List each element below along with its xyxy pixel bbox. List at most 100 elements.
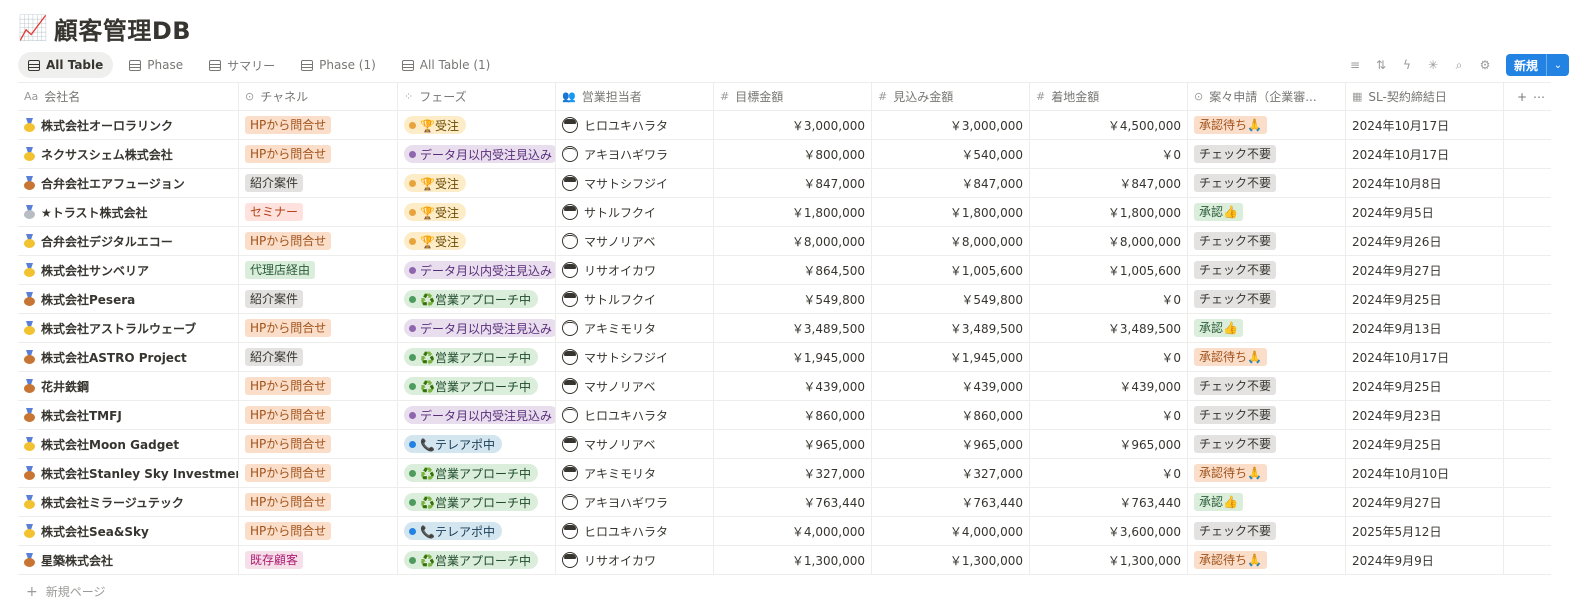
company-cell[interactable]: 株式会社TMFJ <box>18 401 239 429</box>
channel-cell[interactable]: HPから問合せ <box>239 430 398 458</box>
column-header-company[interactable]: Aa 会社名 <box>18 83 239 110</box>
tab-phase-1[interactable]: Phase (1) <box>291 52 386 78</box>
settings-icon[interactable]: ⚙ <box>1474 54 1496 76</box>
contract-date-cell[interactable]: 2024年9月26日 <box>1346 227 1504 255</box>
company-cell[interactable]: ★トラスト株式会社 <box>18 198 239 226</box>
phase-cell[interactable]: 🏆受注 <box>398 198 556 226</box>
approval-cell[interactable]: 承認待ち🙏 <box>1188 459 1346 487</box>
more-icon[interactable]: ⋯ <box>1533 90 1545 104</box>
company-cell[interactable]: 星築株式会社 <box>18 546 239 574</box>
forecast-amount-cell[interactable]: ￥549,800 <box>872 285 1030 313</box>
tab-summary[interactable]: サマリー <box>199 52 285 78</box>
phase-cell[interactable]: データ月以内受注見込み <box>398 401 556 429</box>
column-header-phase[interactable]: ⁘ フェーズ <box>398 83 556 110</box>
channel-cell[interactable]: HPから問合せ <box>239 372 398 400</box>
channel-cell[interactable]: 代理店経由 <box>239 256 398 284</box>
rep-cell[interactable]: マサトシフジイ <box>556 169 714 197</box>
target-amount-cell[interactable]: ￥847,000 <box>714 169 872 197</box>
channel-cell[interactable]: HPから問合せ <box>239 459 398 487</box>
table-row[interactable]: 株式会社Sea&Sky HPから問合せ 📞テレアポ中 ヒロユキハラタ ￥4,000,00… <box>18 517 1551 546</box>
forecast-amount-cell[interactable]: ￥1,005,600 <box>872 256 1030 284</box>
rep-cell[interactable]: ヒロユキハラタ <box>556 401 714 429</box>
phase-cell[interactable]: 🏆受注 <box>398 111 556 139</box>
rep-cell[interactable]: ヒロユキハラタ <box>556 111 714 139</box>
target-amount-cell[interactable]: ￥327,000 <box>714 459 872 487</box>
target-amount-cell[interactable]: ￥864,500 <box>714 256 872 284</box>
contract-date-cell[interactable]: 2024年10月10日 <box>1346 459 1504 487</box>
tab-all-table-1[interactable]: All Table (1) <box>392 52 501 78</box>
sort-icon[interactable]: ⇅ <box>1370 54 1392 76</box>
approval-cell[interactable]: チェック不要 <box>1188 227 1346 255</box>
filter-icon[interactable]: ≡ <box>1344 54 1366 76</box>
table-row[interactable]: 株式会社アストラルウェーブ HPから問合せ データ月以内受注見込み アキミモリタ ￥3,… <box>18 314 1551 343</box>
chevron-down-icon[interactable]: ⌄ <box>1547 54 1569 76</box>
landing-amount-cell[interactable]: ￥3,489,500 <box>1030 314 1188 342</box>
forecast-amount-cell[interactable]: ￥8,000,000 <box>872 227 1030 255</box>
target-amount-cell[interactable]: ￥763,440 <box>714 488 872 516</box>
target-amount-cell[interactable]: ￥965,000 <box>714 430 872 458</box>
forecast-amount-cell[interactable]: ￥763,440 <box>872 488 1030 516</box>
target-amount-cell[interactable]: ￥549,800 <box>714 285 872 313</box>
approval-cell[interactable]: チェック不要 <box>1188 372 1346 400</box>
landing-amount-cell[interactable]: ￥8,000,000 <box>1030 227 1188 255</box>
column-header-rep[interactable]: 👥 営業担当者 <box>556 83 714 110</box>
target-amount-cell[interactable]: ￥1,945,000 <box>714 343 872 371</box>
contract-date-cell[interactable]: 2024年9月9日 <box>1346 546 1504 574</box>
landing-amount-cell[interactable]: ￥0 <box>1030 140 1188 168</box>
target-amount-cell[interactable]: ￥4,000,000 <box>714 517 872 545</box>
table-row[interactable]: 株式会社ミラージュテック HPから問合せ ♻️営業アプローチ中 アキヨハギワラ ￥763… <box>18 488 1551 517</box>
channel-cell[interactable]: HPから問合せ <box>239 314 398 342</box>
forecast-amount-cell[interactable]: ￥3,000,000 <box>872 111 1030 139</box>
column-header-approval[interactable]: ⊙ 案々申請（企業審... <box>1188 83 1346 110</box>
approval-cell[interactable]: チェック不要 <box>1188 285 1346 313</box>
approval-cell[interactable]: 承認👍 <box>1188 488 1346 516</box>
tab-phase[interactable]: Phase <box>119 52 193 78</box>
forecast-amount-cell[interactable]: ￥1,800,000 <box>872 198 1030 226</box>
channel-cell[interactable]: セミナー <box>239 198 398 226</box>
forecast-amount-cell[interactable]: ￥3,489,500 <box>872 314 1030 342</box>
landing-amount-cell[interactable]: ￥0 <box>1030 459 1188 487</box>
column-header-landing[interactable]: # 着地金額 <box>1030 83 1188 110</box>
phase-cell[interactable]: データ月以内受注見込み <box>398 256 556 284</box>
contract-date-cell[interactable]: 2024年9月27日 <box>1346 256 1504 284</box>
contract-date-cell[interactable]: 2024年9月25日 <box>1346 372 1504 400</box>
channel-cell[interactable]: 紹介案件 <box>239 285 398 313</box>
table-row[interactable]: ★トラスト株式会社 セミナー 🏆受注 サトルフクイ ￥1,800,000 ￥1,800,0… <box>18 198 1551 227</box>
landing-amount-cell[interactable]: ￥965,000 <box>1030 430 1188 458</box>
rep-cell[interactable]: アキミモリタ <box>556 314 714 342</box>
add-column-icon[interactable]: + <box>1517 90 1527 104</box>
forecast-amount-cell[interactable]: ￥327,000 <box>872 459 1030 487</box>
table-row[interactable]: 株式会社ASTRO Project 紹介案件 ♻️営業アプローチ中 マサトシフジイ ￥1… <box>18 343 1551 372</box>
new-button[interactable]: 新規 <box>1506 54 1547 76</box>
forecast-amount-cell[interactable]: ￥965,000 <box>872 430 1030 458</box>
approval-cell[interactable]: チェック不要 <box>1188 430 1346 458</box>
company-cell[interactable]: 株式会社ASTRO Project <box>18 343 239 371</box>
approval-cell[interactable]: 承認👍 <box>1188 198 1346 226</box>
contract-date-cell[interactable]: 2024年10月17日 <box>1346 140 1504 168</box>
channel-cell[interactable]: HPから問合せ <box>239 401 398 429</box>
contract-date-cell[interactable]: 2024年10月17日 <box>1346 111 1504 139</box>
approval-cell[interactable]: 承認待ち🙏 <box>1188 343 1346 371</box>
company-cell[interactable]: 株式会社Moon Gadget <box>18 430 239 458</box>
target-amount-cell[interactable]: ￥800,000 <box>714 140 872 168</box>
target-amount-cell[interactable]: ￥8,000,000 <box>714 227 872 255</box>
phase-cell[interactable]: 🏆受注 <box>398 169 556 197</box>
column-header-forecast[interactable]: # 見込み金額 <box>872 83 1030 110</box>
channel-cell[interactable]: HPから問合せ <box>239 227 398 255</box>
company-cell[interactable]: 株式会社Stanley Sky Investment <box>18 459 239 487</box>
rep-cell[interactable]: サトルフクイ <box>556 198 714 226</box>
landing-amount-cell[interactable]: ￥4,500,000 <box>1030 111 1188 139</box>
approval-cell[interactable]: チェック不要 <box>1188 256 1346 284</box>
rep-cell[interactable]: ヒロユキハラタ <box>556 517 714 545</box>
phase-cell[interactable]: ♻️営業アプローチ中 <box>398 546 556 574</box>
landing-amount-cell[interactable]: ￥847,000 <box>1030 169 1188 197</box>
company-cell[interactable]: ネクサスシェム株式会社 <box>18 140 239 168</box>
phase-cell[interactable]: データ月以内受注見込み <box>398 314 556 342</box>
forecast-amount-cell[interactable]: ￥540,000 <box>872 140 1030 168</box>
forecast-amount-cell[interactable]: ￥4,000,000 <box>872 517 1030 545</box>
company-cell[interactable]: 花井鉄鋼 <box>18 372 239 400</box>
company-cell[interactable]: 株式会社オーロラリンク <box>18 111 239 139</box>
target-amount-cell[interactable]: ￥1,800,000 <box>714 198 872 226</box>
table-row[interactable]: 花井鉄鋼 HPから問合せ ♻️営業アプローチ中 マサノリアベ ￥439,000 ￥439,… <box>18 372 1551 401</box>
phase-cell[interactable]: ♻️営業アプローチ中 <box>398 285 556 313</box>
